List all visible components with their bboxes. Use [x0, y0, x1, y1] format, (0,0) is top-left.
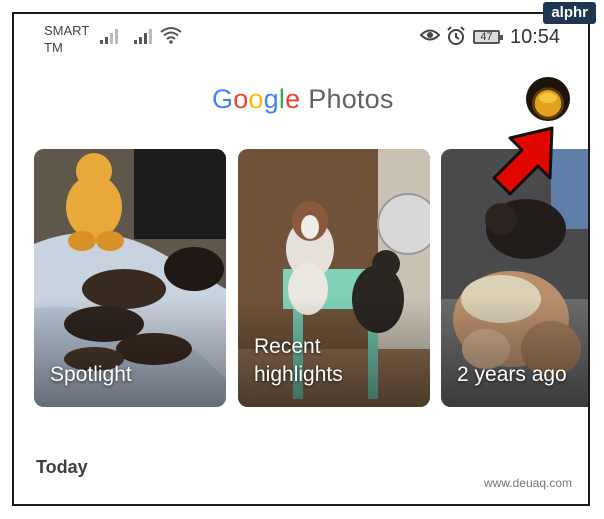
card-shade	[34, 297, 226, 407]
logo-letter-e: e	[285, 84, 301, 114]
footer-watermark: www.deuaq.com	[483, 476, 572, 490]
product-name: Photos	[308, 84, 394, 114]
clock: 10:54	[510, 26, 561, 48]
alphr-logo: alphr	[543, 2, 596, 24]
carrier-line-2: TM	[44, 40, 63, 55]
memory-card-recent-highlights[interactable]: Recent highlights	[238, 149, 430, 407]
wifi-icon	[160, 27, 182, 44]
google-logo: Google	[212, 84, 300, 114]
carrier-label: SMART TM	[44, 22, 89, 56]
memory-label-line-1: Recent	[254, 335, 321, 358]
eye-comfort-icon	[420, 29, 440, 41]
alarm-icon	[447, 26, 465, 45]
account-avatar-button[interactable]	[526, 77, 570, 121]
memory-label-line-1: 2 years ago	[457, 363, 567, 386]
memory-card-spotlight[interactable]: Spotlight	[34, 149, 226, 407]
memory-label: Spotlight	[50, 361, 132, 389]
memory-label: 2 years ago	[457, 361, 567, 389]
logo-letter-o2: o	[248, 84, 264, 114]
app-title: Google Photos	[212, 84, 394, 115]
phone-screen: SMART TM 47 10:54 Google Photos Spotligh…	[12, 12, 590, 506]
memory-label-line-1: Spotlight	[50, 363, 132, 386]
memory-label-line-2: highlights	[254, 363, 343, 386]
carrier-line-1: SMART	[44, 23, 90, 38]
logo-letter-o1: o	[233, 84, 249, 114]
section-title-today: Today	[36, 457, 88, 477]
logo-letter-g2: g	[263, 84, 279, 114]
battery-icon: 47	[473, 30, 503, 44]
signal-icon-2	[134, 29, 152, 44]
status-bar: SMART TM 47 10:54	[14, 14, 588, 60]
annotation-arrow-icon	[492, 126, 554, 196]
card-shade	[441, 297, 588, 407]
memory-label: Recent highlights	[254, 333, 343, 389]
logo-letter-g: G	[212, 84, 234, 114]
signal-icon	[100, 29, 118, 44]
